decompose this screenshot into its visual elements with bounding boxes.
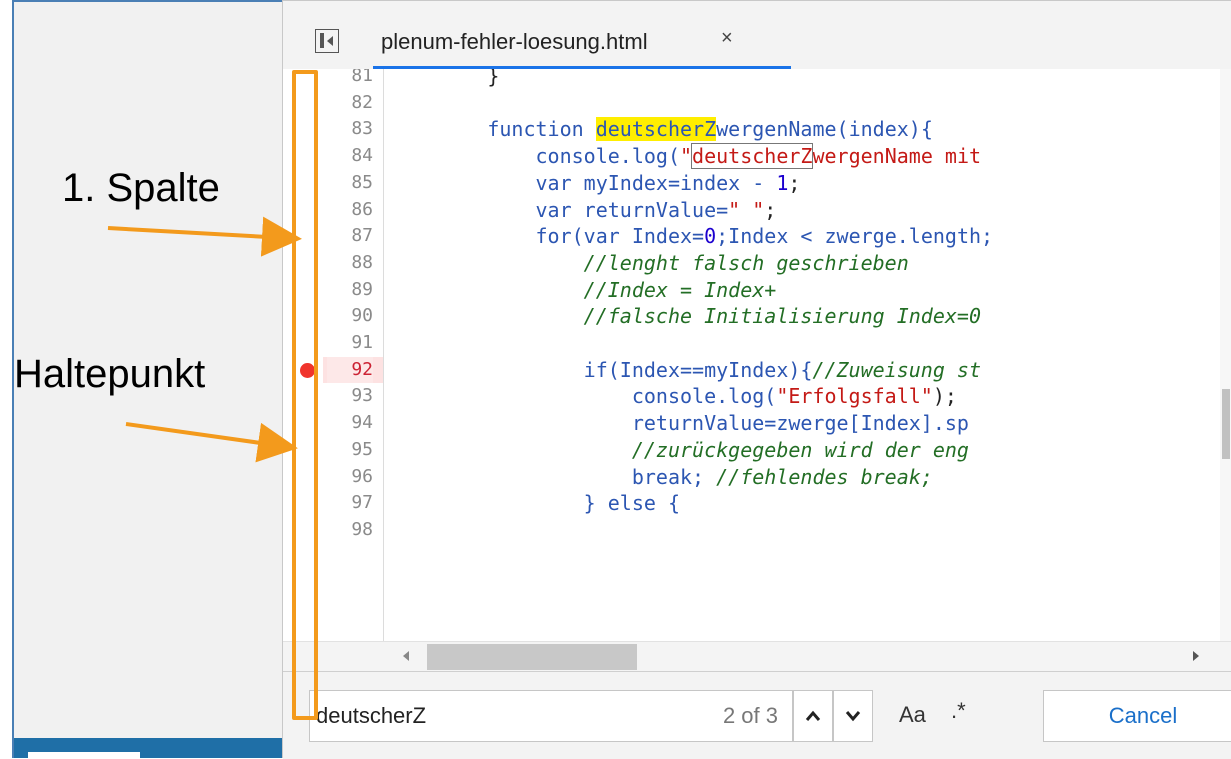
annotation-arrows bbox=[107, 216, 302, 463]
column-arrow bbox=[107, 216, 302, 257]
breakpoint-arrow bbox=[125, 422, 298, 463]
